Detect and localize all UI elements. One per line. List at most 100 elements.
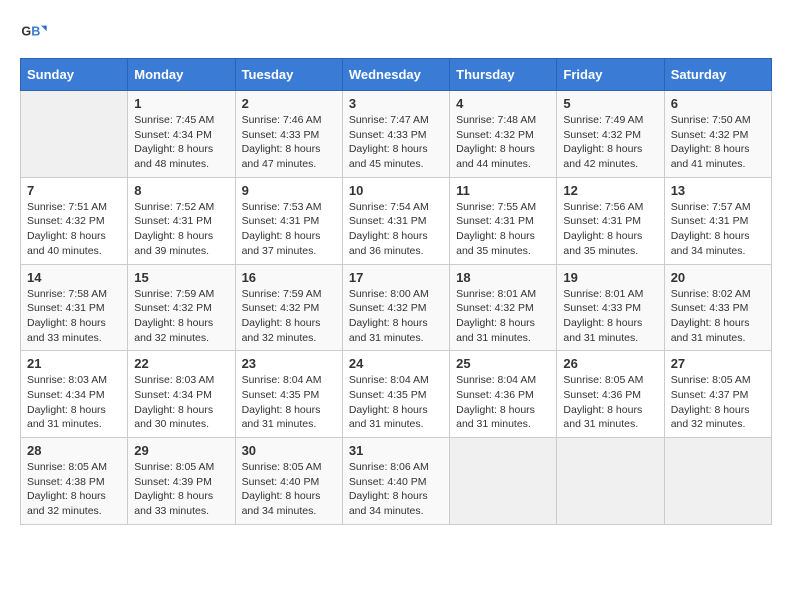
calendar-header-tuesday: Tuesday <box>235 59 342 91</box>
day-number: 3 <box>349 96 443 111</box>
day-number: 30 <box>242 443 336 458</box>
day-number: 26 <box>563 356 657 371</box>
day-number: 27 <box>671 356 765 371</box>
calendar-week-row: 7Sunrise: 7:51 AM Sunset: 4:32 PM Daylig… <box>21 177 772 264</box>
day-number: 12 <box>563 183 657 198</box>
calendar-cell: 11 Sunrise: 7:55 AM Sunset: 4:31 PM Dayli… <box>450 177 557 264</box>
calendar-week-row: 1Sunrise: 7:45 AM Sunset: 4:34 PM Daylig… <box>21 91 772 178</box>
day-info: Sunrise: 7:47 AM Sunset: 4:33 PM Dayligh… <box>349 113 443 172</box>
calendar-cell <box>557 438 664 525</box>
calendar-week-row: 28 Sunrise: 8:05 AM Sunset: 4:38 PM Dayli… <box>21 438 772 525</box>
day-number: 28 <box>27 443 121 458</box>
calendar-table: SundayMondayTuesdayWednesdayThursdayFrid… <box>20 58 772 525</box>
day-number: 22 <box>134 356 228 371</box>
day-info: Sunrise: 7:57 AM Sunset: 4:31 PM Dayligh… <box>671 200 765 259</box>
calendar-cell: 2Sunrise: 7:46 AM Sunset: 4:33 PM Daylig… <box>235 91 342 178</box>
day-info: Sunrise: 7:59 AM Sunset: 4:32 PM Dayligh… <box>242 287 336 346</box>
day-number: 29 <box>134 443 228 458</box>
calendar-cell: 19 Sunrise: 8:01 AM Sunset: 4:33 PM Dayli… <box>557 264 664 351</box>
day-info: Sunrise: 8:05 AM Sunset: 4:39 PM Dayligh… <box>134 460 228 519</box>
day-number: 2 <box>242 96 336 111</box>
calendar-cell: 23 Sunrise: 8:04 AM Sunset: 4:35 PM Dayli… <box>235 351 342 438</box>
calendar-cell: 12 Sunrise: 7:56 AM Sunset: 4:31 PM Dayli… <box>557 177 664 264</box>
calendar-header-monday: Monday <box>128 59 235 91</box>
day-info: Sunrise: 7:58 AM Sunset: 4:31 PM Dayligh… <box>27 287 121 346</box>
calendar-cell: 20Sunrise: 8:02 AM Sunset: 4:33 PM Dayli… <box>664 264 771 351</box>
day-info: Sunrise: 7:49 AM Sunset: 4:32 PM Dayligh… <box>563 113 657 172</box>
day-info: Sunrise: 8:04 AM Sunset: 4:35 PM Dayligh… <box>242 373 336 432</box>
logo-icon: G B <box>20 20 48 48</box>
logo: G B <box>20 20 52 48</box>
calendar-cell: 25 Sunrise: 8:04 AM Sunset: 4:36 PM Dayli… <box>450 351 557 438</box>
day-number: 24 <box>349 356 443 371</box>
day-info: Sunrise: 8:04 AM Sunset: 4:36 PM Dayligh… <box>456 373 550 432</box>
calendar-cell: 18Sunrise: 8:01 AM Sunset: 4:32 PM Dayli… <box>450 264 557 351</box>
calendar-cell: 21Sunrise: 8:03 AM Sunset: 4:34 PM Dayli… <box>21 351 128 438</box>
page-header: G B <box>20 20 772 48</box>
calendar-cell: 29 Sunrise: 8:05 AM Sunset: 4:39 PM Dayli… <box>128 438 235 525</box>
day-info: Sunrise: 7:59 AM Sunset: 4:32 PM Dayligh… <box>134 287 228 346</box>
calendar-cell: 30Sunrise: 8:05 AM Sunset: 4:40 PM Dayli… <box>235 438 342 525</box>
day-number: 18 <box>456 270 550 285</box>
day-number: 23 <box>242 356 336 371</box>
calendar-cell: 4 Sunrise: 7:48 AM Sunset: 4:32 PM Daylig… <box>450 91 557 178</box>
day-number: 1 <box>134 96 228 111</box>
day-info: Sunrise: 7:52 AM Sunset: 4:31 PM Dayligh… <box>134 200 228 259</box>
calendar-cell: 3 Sunrise: 7:47 AM Sunset: 4:33 PM Daylig… <box>342 91 449 178</box>
calendar-header-saturday: Saturday <box>664 59 771 91</box>
calendar-week-row: 21 Sunrise: 8:03 AM Sunset: 4:34 PM Dayli… <box>21 351 772 438</box>
day-number: 5 <box>563 96 657 111</box>
calendar-cell: 14 Sunrise: 7:58 AM Sunset: 4:31 PM Dayli… <box>21 264 128 351</box>
day-number: 11 <box>456 183 550 198</box>
calendar-cell: 7Sunrise: 7:51 AM Sunset: 4:32 PM Daylig… <box>21 177 128 264</box>
calendar-cell: 15 Sunrise: 7:59 AM Sunset: 4:32 PM Dayli… <box>128 264 235 351</box>
day-info: Sunrise: 8:02 AM Sunset: 4:33 PM Dayligh… <box>671 287 765 346</box>
calendar-cell <box>450 438 557 525</box>
day-info: Sunrise: 8:01 AM Sunset: 4:33 PM Dayligh… <box>563 287 657 346</box>
day-number: 10 <box>349 183 443 198</box>
day-info: Sunrise: 8:05 AM Sunset: 4:37 PM Dayligh… <box>671 373 765 432</box>
day-info: Sunrise: 7:48 AM Sunset: 4:32 PM Dayligh… <box>456 113 550 172</box>
calendar-week-row: 14 Sunrise: 7:58 AM Sunset: 4:31 PM Dayli… <box>21 264 772 351</box>
calendar-cell: 16 Sunrise: 7:59 AM Sunset: 4:32 PM Dayli… <box>235 264 342 351</box>
calendar-cell: 31Sunrise: 8:06 AM Sunset: 4:40 PM Dayli… <box>342 438 449 525</box>
calendar-cell: 8 Sunrise: 7:52 AM Sunset: 4:31 PM Daylig… <box>128 177 235 264</box>
calendar-cell: 6Sunrise: 7:50 AM Sunset: 4:32 PM Daylig… <box>664 91 771 178</box>
day-info: Sunrise: 8:00 AM Sunset: 4:32 PM Dayligh… <box>349 287 443 346</box>
calendar-cell <box>21 91 128 178</box>
day-number: 25 <box>456 356 550 371</box>
day-info: Sunrise: 8:06 AM Sunset: 4:40 PM Dayligh… <box>349 460 443 519</box>
day-number: 15 <box>134 270 228 285</box>
day-number: 8 <box>134 183 228 198</box>
calendar-cell: 5 Sunrise: 7:49 AM Sunset: 4:32 PM Daylig… <box>557 91 664 178</box>
day-info: Sunrise: 8:05 AM Sunset: 4:38 PM Dayligh… <box>27 460 121 519</box>
day-info: Sunrise: 7:51 AM Sunset: 4:32 PM Dayligh… <box>27 200 121 259</box>
calendar-cell: 22 Sunrise: 8:03 AM Sunset: 4:34 PM Dayli… <box>128 351 235 438</box>
day-info: Sunrise: 7:55 AM Sunset: 4:31 PM Dayligh… <box>456 200 550 259</box>
calendar-cell: 28 Sunrise: 8:05 AM Sunset: 4:38 PM Dayli… <box>21 438 128 525</box>
day-info: Sunrise: 8:05 AM Sunset: 4:36 PM Dayligh… <box>563 373 657 432</box>
day-number: 17 <box>349 270 443 285</box>
day-number: 13 <box>671 183 765 198</box>
calendar-cell: 13 Sunrise: 7:57 AM Sunset: 4:31 PM Dayli… <box>664 177 771 264</box>
day-info: Sunrise: 7:53 AM Sunset: 4:31 PM Dayligh… <box>242 200 336 259</box>
day-number: 6 <box>671 96 765 111</box>
day-info: Sunrise: 7:54 AM Sunset: 4:31 PM Dayligh… <box>349 200 443 259</box>
day-number: 14 <box>27 270 121 285</box>
day-number: 9 <box>242 183 336 198</box>
calendar-cell <box>664 438 771 525</box>
calendar-header-wednesday: Wednesday <box>342 59 449 91</box>
day-number: 16 <box>242 270 336 285</box>
day-number: 19 <box>563 270 657 285</box>
day-number: 4 <box>456 96 550 111</box>
day-info: Sunrise: 7:56 AM Sunset: 4:31 PM Dayligh… <box>563 200 657 259</box>
calendar-cell: 9 Sunrise: 7:53 AM Sunset: 4:31 PM Daylig… <box>235 177 342 264</box>
day-number: 21 <box>27 356 121 371</box>
day-info: Sunrise: 8:03 AM Sunset: 4:34 PM Dayligh… <box>134 373 228 432</box>
calendar-cell: 17 Sunrise: 8:00 AM Sunset: 4:32 PM Dayli… <box>342 264 449 351</box>
svg-text:B: B <box>31 24 40 38</box>
calendar-cell: 27 Sunrise: 8:05 AM Sunset: 4:37 PM Dayli… <box>664 351 771 438</box>
svg-text:G: G <box>21 24 31 38</box>
calendar-cell: 1Sunrise: 7:45 AM Sunset: 4:34 PM Daylig… <box>128 91 235 178</box>
calendar-cell: 24Sunrise: 8:04 AM Sunset: 4:35 PM Dayli… <box>342 351 449 438</box>
